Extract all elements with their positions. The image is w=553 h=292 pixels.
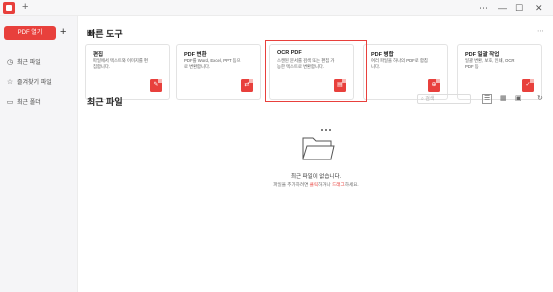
- empty-desc-text: 파일을 추가하려면: [273, 182, 310, 187]
- list-view-icon[interactable]: ☰: [482, 94, 493, 104]
- sidebar-item-label: 최근 폴더: [17, 100, 41, 106]
- folder-icon: ▭: [6, 99, 14, 106]
- card-title: PDF 일괄 작업: [465, 52, 500, 58]
- sidebar: PDF 열기 + ◷ 최근 파일 ☆ 즐겨찾기 파일 ▭ 최근 폴더: [0, 16, 78, 292]
- empty-desc-text: 하거나: [318, 182, 333, 187]
- empty-folder-icon: [302, 129, 335, 160]
- app-logo-icon: [3, 2, 15, 14]
- main-content: 빠른 도구 ⋯ 편집 파일에서 텍스트와 이미지를 편집합니다. ✎ PDF 변…: [79, 16, 553, 292]
- batch-icon: ✓: [522, 79, 534, 92]
- card-desc: 여러 파일을 하나의 PDF로 합칩니다.: [371, 58, 428, 69]
- convert-icon: ⇄: [241, 79, 253, 92]
- card-title: PDF 병합: [371, 52, 394, 58]
- sidebar-item-favorites[interactable]: ☆ 즐겨찾기 파일: [6, 78, 52, 88]
- sidebar-item-recent-files[interactable]: ◷ 최근 파일: [6, 58, 41, 68]
- close-button[interactable]: ✕: [535, 2, 543, 14]
- title-bar: + ⋯ — ☐ ✕: [0, 0, 553, 16]
- tool-card-batch[interactable]: PDF 일괄 작업 일괄 변환, 보호, 인쇄, OCR PDF 등 ✓: [457, 44, 542, 100]
- grid-view-icon[interactable]: ▦: [500, 94, 507, 104]
- refresh-icon[interactable]: ↻: [537, 94, 543, 104]
- card-desc: PDF를 Word, Excel, PPT 등으로 변환합니다.: [184, 58, 241, 69]
- clock-icon: ◷: [6, 59, 14, 66]
- empty-desc-text: 하세요.: [344, 182, 359, 187]
- card-desc: 일괄 변환, 보호, 인쇄, OCR PDF 등: [465, 58, 515, 69]
- sidebar-item-recent-folders[interactable]: ▭ 최근 폴더: [6, 98, 41, 108]
- ocr-highlight-box: [265, 40, 367, 102]
- drag-link[interactable]: 드래그: [332, 182, 345, 187]
- add-button[interactable]: +: [60, 25, 66, 39]
- open-pdf-button[interactable]: PDF 열기: [4, 26, 56, 40]
- card-desc: 파일에서 텍스트와 이미지를 편집합니다.: [93, 58, 148, 69]
- search-input[interactable]: ⌕ 검색: [417, 94, 471, 104]
- quick-tools-title: 빠른 도구: [87, 29, 123, 39]
- tool-card-merge[interactable]: PDF 병합 여러 파일을 하나의 PDF로 합칩니다. ⊕: [363, 44, 448, 100]
- empty-state-desc: 파일을 추가하려면 클릭하거나 드래그하세요.: [79, 182, 553, 188]
- empty-state-title: 최근 파일이 없습니다.: [290, 174, 342, 180]
- sidebar-item-label: 즐겨찾기 파일: [17, 80, 52, 86]
- edit-icon: ✎: [150, 79, 162, 92]
- click-link[interactable]: 클릭: [310, 182, 318, 187]
- tool-card-edit[interactable]: 편집 파일에서 텍스트와 이미지를 편집합니다. ✎: [85, 44, 170, 100]
- new-tab-button[interactable]: +: [22, 1, 28, 14]
- minimize-button[interactable]: —: [498, 2, 507, 14]
- card-title: 편집: [93, 52, 104, 58]
- more-icon[interactable]: ⋯: [479, 2, 488, 14]
- sidebar-item-label: 최근 파일: [17, 60, 41, 66]
- detail-view-icon[interactable]: ▣: [515, 94, 522, 104]
- quick-tools-more-icon[interactable]: ⋯: [537, 27, 544, 35]
- maximize-button[interactable]: ☐: [515, 2, 523, 14]
- card-title: PDF 변환: [184, 52, 207, 58]
- recent-files-title: 최근 파일: [87, 97, 123, 107]
- search-placeholder: 검색: [425, 96, 435, 102]
- tool-card-convert[interactable]: PDF 변환 PDF를 Word, Excel, PPT 등으로 변환합니다. …: [176, 44, 261, 100]
- star-icon: ☆: [6, 79, 14, 86]
- merge-icon: ⊕: [428, 79, 440, 92]
